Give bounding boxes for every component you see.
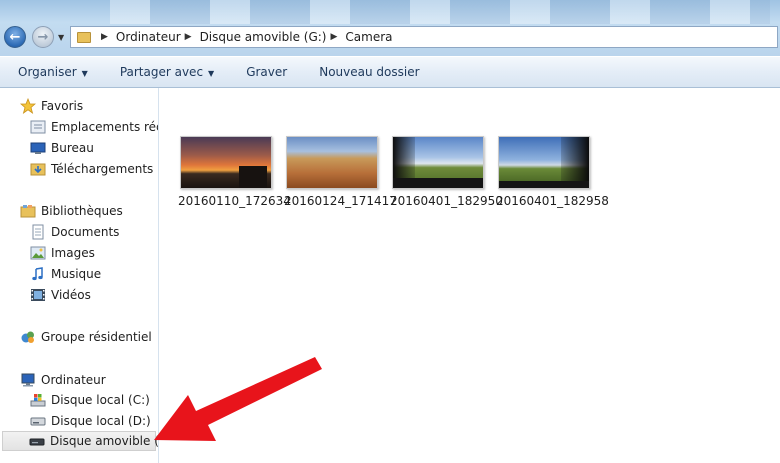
red-arrow-annotation <box>154 357 322 441</box>
nav-item-label: Disque amovible (G:) <box>50 434 159 448</box>
drive-icon <box>30 413 46 429</box>
organize-label: Organiser <box>18 65 77 79</box>
nav-item-label: Documents <box>51 225 120 239</box>
nav-item-desktop[interactable]: Bureau <box>30 138 94 158</box>
breadcrumb-camera[interactable]: Camera <box>345 30 392 44</box>
forward-button[interactable]: → <box>32 26 54 48</box>
back-button[interactable]: ← <box>4 26 26 48</box>
blurred-background <box>110 0 770 24</box>
nav-item-pictures[interactable]: Images <box>30 243 95 263</box>
desktop-icon <box>30 140 46 156</box>
breadcrumb-chevron-icon[interactable]: ▶ <box>330 32 337 42</box>
nav-homegroup-label: Groupe résidentiel <box>41 330 152 344</box>
recent-pages-dropdown-icon[interactable]: ▼ <box>58 33 64 42</box>
file-name: 20160401_182958 <box>496 194 609 208</box>
nav-item-label: Images <box>51 246 95 260</box>
nav-item-label: Disque local (C:) <box>51 393 150 407</box>
nav-favorites[interactable]: Favoris <box>19 96 84 116</box>
breadcrumb-computer[interactable]: Ordinateur <box>116 30 181 44</box>
new-folder-button[interactable]: Nouveau dossier <box>319 65 419 79</box>
nav-item-removable-disk-g[interactable]: Disque amovible (G:) <box>2 431 159 451</box>
file-item[interactable]: 20160401_182950 <box>390 136 503 208</box>
nav-computer-label: Ordinateur <box>41 373 106 387</box>
nav-libraries[interactable]: Bibliothèques <box>20 201 123 221</box>
breadcrumb-chevron-icon[interactable]: ▶ <box>185 32 192 42</box>
nav-item-label: Bureau <box>51 141 94 155</box>
breadcrumb-removable-disk[interactable]: Disque amovible (G:) <box>200 30 327 44</box>
computer-icon <box>20 372 36 388</box>
nav-item-label: Téléchargements <box>51 162 154 176</box>
downloads-folder-icon <box>30 161 46 177</box>
nav-item-recent-places[interactable]: Emplacements récents <box>30 117 158 137</box>
share-label: Partager avec <box>119 65 204 79</box>
removable-drive-icon <box>29 433 45 449</box>
photo-thumbnail <box>392 136 484 189</box>
chevron-down-icon: ▼ <box>81 69 88 78</box>
command-bar: Organiser ▼ Partager avec ▼ Graver Nouveau… <box>0 57 780 88</box>
folder-icon <box>77 31 91 43</box>
breadcrumb-chevron-icon[interactable]: ▶ <box>101 32 108 42</box>
libraries-icon <box>20 203 36 219</box>
nav-item-videos[interactable]: Vidéos <box>30 285 91 305</box>
file-name: 20160401_182950 <box>390 194 503 208</box>
nav-item-label: Vidéos <box>51 288 91 302</box>
file-item[interactable]: 20160110_172634 <box>178 136 291 208</box>
homegroup-icon <box>20 329 36 345</box>
nav-item-local-disk-c[interactable]: Disque local (C:) <box>30 390 150 410</box>
film-icon <box>30 287 46 303</box>
file-item[interactable]: 20160124_171417 <box>284 136 397 208</box>
nav-homegroup[interactable]: Groupe résidentiel <box>20 327 152 347</box>
nav-computer[interactable]: Ordinateur <box>20 370 106 390</box>
nav-item-music[interactable]: Musique <box>30 264 101 284</box>
share-menu-button[interactable]: Partager avec ▼ <box>120 65 214 79</box>
nav-libraries-label: Bibliothèques <box>41 204 123 218</box>
photo-thumbnail <box>498 136 590 189</box>
music-note-icon <box>30 266 46 282</box>
nav-item-label: Emplacements récents <box>51 120 158 134</box>
pictures-icon <box>30 245 46 261</box>
address-bar[interactable]: ▶ Ordinateur ▶ Disque amovible (G:) ▶ Ca… <box>70 26 778 48</box>
file-item[interactable]: 20160401_182958 <box>496 136 609 208</box>
organize-menu-button[interactable]: Organiser ▼ <box>18 65 88 79</box>
star-icon <box>19 97 37 114</box>
file-name: 20160110_172634 <box>178 194 291 208</box>
nav-item-label: Musique <box>51 267 102 281</box>
nav-item-documents[interactable]: Documents <box>30 222 119 242</box>
nav-item-downloads[interactable]: Téléchargements <box>30 159 153 179</box>
chevron-down-icon: ▼ <box>208 69 215 78</box>
navigation-pane: Favoris Emplacements récents Bureau Télé… <box>0 88 159 463</box>
nav-item-local-disk-d[interactable]: Disque local (D:) <box>30 411 151 431</box>
nav-favorites-label: Favoris <box>41 99 84 113</box>
documents-icon <box>30 224 46 240</box>
file-name: 20160124_171417 <box>284 194 397 208</box>
system-drive-icon <box>30 392 46 408</box>
photo-thumbnail <box>180 136 272 189</box>
nav-item-label: Disque local (D:) <box>51 414 151 428</box>
recent-places-icon <box>30 119 46 135</box>
burn-button[interactable]: Graver <box>246 65 287 79</box>
photo-thumbnail <box>286 136 378 189</box>
